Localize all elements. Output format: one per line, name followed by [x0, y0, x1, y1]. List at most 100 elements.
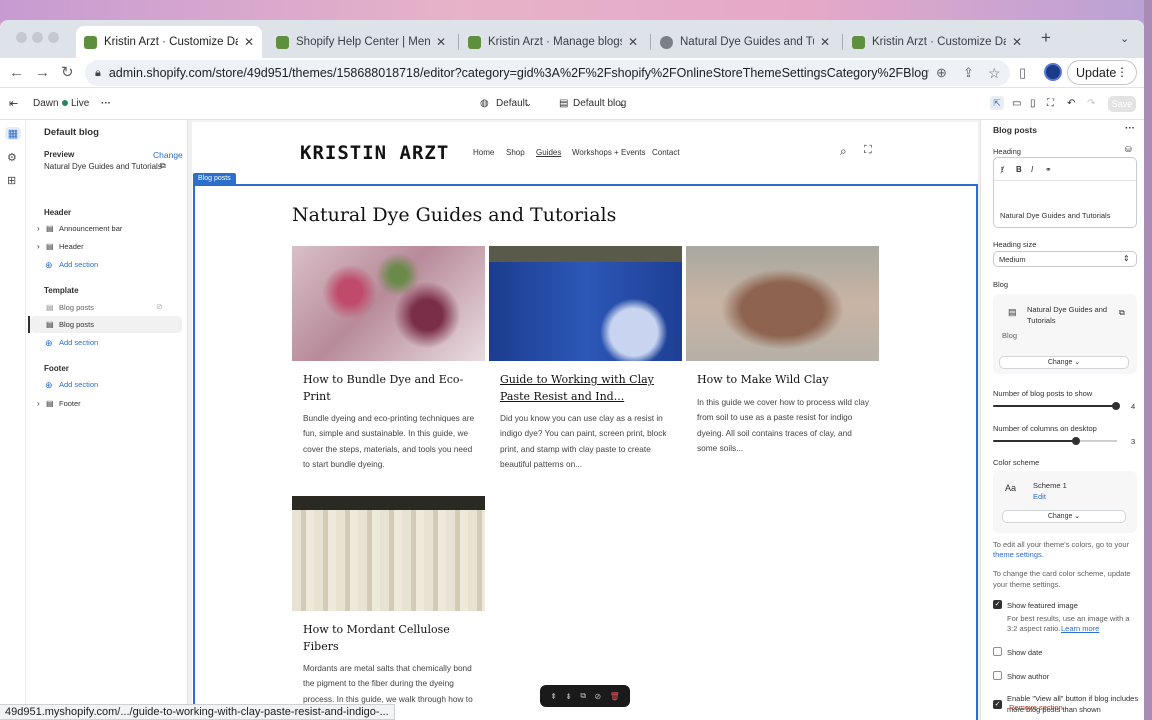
exit-icon[interactable]: ⇤	[9, 97, 18, 111]
close-tab-icon[interactable]: ✕	[628, 35, 638, 49]
browser-tab-5[interactable]: Kristin Arzt · Customize Dawn ✕	[844, 26, 1030, 58]
change-scheme-button[interactable]: Change ⌄	[1002, 510, 1126, 523]
show-date-checkbox[interactable]	[993, 647, 1002, 656]
italic-icon[interactable]: I	[1031, 165, 1033, 174]
undo-icon[interactable]: ↶	[1067, 97, 1075, 111]
redo-icon[interactable]: ↷	[1087, 97, 1095, 111]
forward-icon[interactable]: →	[35, 64, 50, 82]
apps-icon[interactable]: ⊞	[7, 174, 16, 187]
nav-workshops[interactable]: Workshops + Events	[572, 148, 645, 157]
bookmark-star-icon[interactable]: ☆	[988, 64, 1001, 82]
external-link-icon[interactable]: ⧉	[160, 161, 166, 171]
heading-value[interactable]: Natural Dye Guides and Tutorials	[1000, 211, 1110, 220]
post-title[interactable]: How to Bundle Dye and Eco-Print	[303, 371, 478, 405]
delete-icon[interactable]: 🗑︎	[610, 692, 620, 701]
sidebar-item-footer[interactable]: Footer	[59, 399, 81, 408]
learn-more-link[interactable]: Learn more	[1061, 624, 1099, 633]
zoom-window-icon[interactable]	[48, 32, 59, 43]
address-bar[interactable]: 🔒︎ admin.shopify.com/store/49d951/themes…	[85, 60, 1010, 86]
nav-home[interactable]: Home	[473, 148, 494, 157]
more-actions-icon[interactable]: ···	[1125, 123, 1135, 134]
zoom-icon[interactable]: ⊕	[936, 64, 947, 82]
hide-icon[interactable]: ⊘	[594, 692, 601, 701]
side-panel-icon[interactable]: ▯	[1019, 64, 1026, 82]
theme-name[interactable]: Dawn	[33, 97, 59, 111]
nav-shop[interactable]: Shop	[506, 148, 525, 157]
clear-format-icon[interactable]: ⱦ	[1001, 165, 1003, 174]
columns-slider-handle[interactable]	[1072, 437, 1080, 445]
reload-icon[interactable]: ↻	[61, 64, 74, 82]
view-all-checkbox[interactable]: ✓	[993, 700, 1002, 709]
post-title[interactable]: How to Mordant Cellulose Fibers	[303, 621, 478, 655]
external-link-icon[interactable]: ⧉	[1119, 308, 1125, 318]
browser-tab-4[interactable]: Natural Dye Guides and Tutorials ✕	[652, 26, 838, 58]
cart-icon[interactable]: ⛶	[864, 144, 872, 157]
nav-contact[interactable]: Contact	[652, 148, 680, 157]
posts-slider-track[interactable]	[993, 405, 1115, 407]
move-down-icon[interactable]: ⇟	[565, 692, 572, 701]
add-section-footer[interactable]: Add section	[59, 380, 98, 389]
new-tab-button[interactable]: +	[1041, 29, 1051, 47]
sidebar-item-blog-posts[interactable]: Blog posts	[59, 320, 94, 329]
minimize-window-icon[interactable]	[32, 32, 43, 43]
posts-slider-handle[interactable]	[1112, 402, 1120, 410]
theme-settings-link[interactable]: theme settings.	[993, 550, 1044, 559]
post-image-wild-clay[interactable]	[686, 246, 879, 361]
add-icon[interactable]: ⊕	[45, 338, 53, 349]
post-title[interactable]: Guide to Working with Clay Paste Resist …	[500, 371, 675, 405]
sidebar-item-blog-posts-header[interactable]: Blog posts	[59, 303, 94, 312]
post-image-bundle-dye[interactable]	[292, 246, 485, 361]
columns-slider-track[interactable]	[993, 440, 1075, 442]
save-button[interactable]: Save	[1108, 96, 1136, 112]
show-featured-image-checkbox[interactable]: ✓	[993, 600, 1002, 609]
nav-guides[interactable]: Guides	[536, 148, 561, 157]
add-icon[interactable]: ⊕	[45, 260, 53, 271]
post-image-clay-resist[interactable]	[489, 246, 682, 361]
close-window-icon[interactable]	[16, 32, 27, 43]
theme-actions-button[interactable]: ···	[101, 97, 111, 111]
share-icon[interactable]: ⇪	[963, 64, 974, 82]
edit-scheme-link[interactable]: Edit	[1033, 492, 1046, 501]
close-tab-icon[interactable]: ✕	[820, 35, 830, 49]
show-author-checkbox[interactable]	[993, 671, 1002, 680]
remove-section-button[interactable]: Remove section	[1009, 703, 1063, 712]
sidebar-item-announcement-bar[interactable]: Announcement bar	[59, 224, 122, 233]
desktop-view-icon[interactable]: ▭	[1012, 97, 1021, 111]
profile-avatar[interactable]	[1044, 63, 1062, 81]
hidden-eye-icon[interactable]: ⊘	[156, 302, 163, 311]
tab-search-icon[interactable]: ⌄	[1120, 30, 1129, 48]
expand-chevron-icon[interactable]: ›	[37, 242, 40, 251]
change-preview-link[interactable]: Change	[153, 150, 183, 160]
dynamic-source-icon[interactable]: ⛁	[1125, 145, 1132, 154]
close-tab-icon[interactable]: ✕	[436, 35, 446, 49]
store-logo[interactable]: KRISTIN ARZT	[300, 142, 449, 164]
post-image-mordant[interactable]	[292, 496, 485, 611]
storefront-preview[interactable]: KRISTIN ARZT Home Shop Guides Workshops …	[192, 122, 978, 720]
expand-chevron-icon[interactable]: ›	[37, 399, 40, 408]
add-section-header[interactable]: Add section	[59, 260, 98, 269]
settings-gear-icon[interactable]: ⚙	[7, 151, 17, 164]
post-title[interactable]: How to Make Wild Clay	[697, 371, 872, 388]
browser-tab-3[interactable]: Kristin Arzt · Manage blogs · Sh ✕	[460, 26, 646, 58]
sidebar-item-header[interactable]: Header	[59, 242, 84, 251]
back-icon[interactable]: ←	[9, 64, 24, 82]
close-tab-icon[interactable]: ✕	[244, 35, 254, 49]
mobile-view-icon[interactable]: ▯	[1030, 97, 1036, 111]
fullscreen-icon[interactable]: ⛶	[1047, 97, 1054, 111]
browser-tab-2[interactable]: Shopify Help Center | Menus and ✕	[268, 26, 454, 58]
expand-chevron-icon[interactable]: ›	[37, 224, 40, 233]
sections-icon[interactable]: ▦	[5, 127, 21, 140]
update-button[interactable]: Update ⋮	[1067, 60, 1137, 85]
duplicate-icon[interactable]: ⧉	[580, 691, 586, 701]
bold-icon[interactable]: B	[1016, 165, 1022, 174]
inspector-icon[interactable]: ⇱	[990, 96, 1004, 110]
move-up-icon[interactable]: ⇞	[550, 692, 557, 701]
add-section-template[interactable]: Add section	[59, 338, 98, 347]
close-tab-icon[interactable]: ✕	[1012, 35, 1022, 49]
preset-selector[interactable]: Default	[496, 97, 528, 111]
search-icon[interactable]: ⌕	[840, 144, 847, 159]
add-icon[interactable]: ⊕	[45, 380, 53, 391]
link-icon[interactable]: ⚭	[1045, 165, 1052, 174]
browser-tab-1[interactable]: Kristin Arzt · Customize Dawn ✕	[76, 26, 262, 58]
change-blog-button[interactable]: Change ⌄	[999, 356, 1129, 369]
